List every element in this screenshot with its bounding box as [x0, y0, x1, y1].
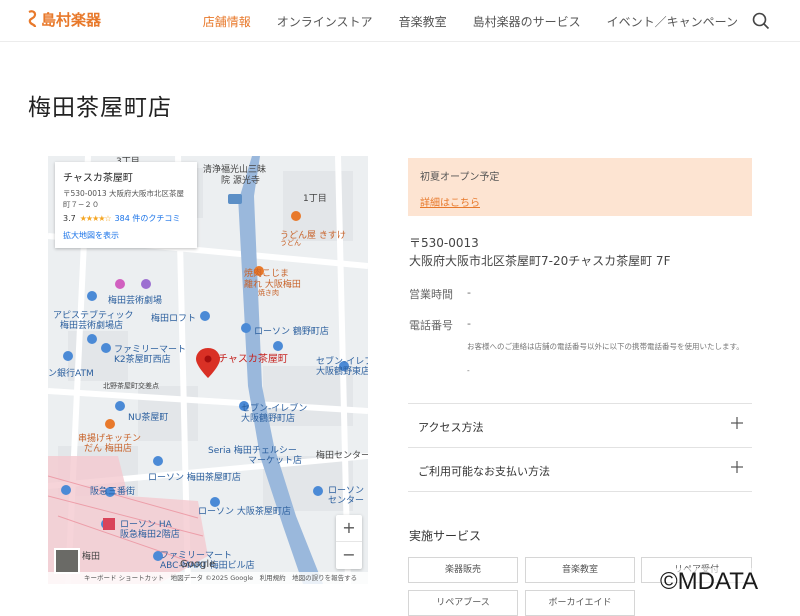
google-logo: Google [180, 559, 216, 570]
map-label-lawson-chayamachi: ローソン 梅田茶屋町店 [148, 473, 241, 483]
map-label-seria-2: マーケット店 [248, 456, 303, 466]
accordion-access[interactable]: アクセス方法 [408, 403, 752, 447]
plus-icon [731, 417, 743, 429]
place-rating: 3.7 ★★★★☆ 384 件のクチコミ [63, 213, 189, 224]
map-label-seven-tsuruno-2: 大阪鶴野町店 [241, 414, 296, 424]
store-address: 大阪府大阪市北区茶屋町7-20チャスカ茶屋町 7F [409, 254, 671, 268]
zoom-in-button[interactable]: + [336, 515, 362, 542]
map-label-theater: 梅田芸術劇場 [108, 296, 163, 306]
expand-map-link[interactable]: 拡大地図を表示 [63, 230, 189, 241]
map-label-apiste-2: 梅田芸術劇場店 [60, 321, 124, 331]
plus-icon [731, 461, 743, 473]
map-label-lawson-tsuruno: ローソン 鶴野町店 [254, 327, 329, 337]
map-label-loft: 梅田ロフト [151, 314, 197, 324]
service-tag-repair-booth[interactable]: リペアブース [408, 590, 518, 616]
map-label-kushiage-2: だん 梅田店 [84, 444, 132, 454]
map-label-temple-2: 院 源光寺 [221, 176, 260, 186]
map-label-street-1: 1丁目 [303, 194, 327, 204]
phone-value: - [467, 317, 471, 330]
map-label-famima-k2-2: K2茶屋町西店 [114, 355, 171, 365]
accordion-payment-label: ご利用可能なお支払い方法 [418, 465, 550, 478]
main-nav: 店舗情報 オンラインストア 音楽教室 島村楽器のサービス イベント／キャンペーン [177, 13, 738, 30]
watermark: ©MDATA [660, 568, 759, 596]
map-pin-label: チャスカ茶屋町 [218, 354, 288, 365]
map-label-umeda: 梅田 [82, 552, 101, 562]
service-tag-school[interactable]: 音楽教室 [525, 557, 635, 583]
rating-value: 3.7 [63, 214, 76, 223]
map-label-udon-sub: うどん [280, 239, 301, 247]
map-label-lawson-ha-2: 阪急梅田2階店 [120, 530, 180, 540]
map-label-lawson-center-2: センター [328, 496, 365, 506]
phone-note: お客様へのご連絡は店舗の電話番号以外に以下の携帯電話番号を使用いたします。 [467, 342, 744, 351]
details-link[interactable]: 詳細はこちら [420, 194, 480, 209]
services-title: 実施サービス [409, 529, 482, 543]
logo-icon [28, 9, 37, 27]
brand-logo[interactable]: 島村楽器 [26, 9, 101, 30]
nav-item-services[interactable]: 島村楽器のサービス [473, 13, 581, 30]
rating-stars: ★★★★☆ [79, 214, 112, 223]
map-zoom-controls: + − [336, 515, 362, 569]
service-tag-vocal[interactable]: ボーカイエイド [525, 590, 635, 616]
place-name: チャスカ茶屋町 [63, 173, 133, 184]
reviews-link[interactable]: 384 件のクチコミ [115, 213, 181, 224]
map-label-seven-tsuruno-east-2: 大阪鶴野東店 [316, 367, 368, 377]
map-label-bank-atm: ン銀行ATM [48, 369, 94, 379]
phone-note-value: - [467, 366, 470, 375]
search-icon[interactable] [752, 12, 770, 30]
map-label-kitano-crossing: 北野茶屋町交差点 [103, 382, 159, 390]
site-header: 島村楽器 店舗情報 オンラインストア 音楽教室 島村楽器のサービス イベント／キ… [0, 0, 800, 42]
map-layer-thumbnail[interactable] [54, 548, 80, 574]
nav-item-online-store[interactable]: オンラインストア [277, 13, 373, 30]
map-label-nu: NU茶屋町 [128, 413, 169, 423]
nav-item-events[interactable]: イベント／キャンペーン [607, 13, 738, 30]
postal-code: 〒530-0013 [409, 236, 479, 250]
place-address: 〒530-0013 大阪府大阪市北区茶屋町７−２０ [63, 189, 184, 209]
page-title: 梅田茶屋町店 [28, 95, 172, 121]
accordion-access-label: アクセス方法 [418, 421, 484, 434]
brand-name: 島村楽器 [41, 11, 102, 29]
accordion-divider [408, 491, 752, 492]
hours-value: - [467, 286, 471, 299]
accordion-payment[interactable]: ご利用可能なお支払い方法 [408, 447, 752, 491]
map-label-umeda-center: 梅田センター [316, 451, 368, 461]
phone-label: 電話番号 [409, 319, 453, 332]
map-label-yakiniku-sub: 焼き肉 [258, 289, 279, 297]
opening-notice: 初夏オープン予定 詳細はこちら [408, 158, 752, 216]
opening-text: 初夏オープン予定 [420, 172, 500, 183]
map-attribution[interactable]: キーボード ショートカット 地図データ ©2025 Google 利用規約 地図… [48, 572, 368, 584]
hours-label: 営業時間 [409, 288, 453, 301]
nav-item-music-school[interactable]: 音楽教室 [399, 13, 447, 30]
map-place-card: チャスカ茶屋町 〒530-0013 大阪府大阪市北区茶屋町７−２０ 3.7 ★★… [55, 162, 197, 248]
map-label-hankyu-sanbangai: 阪急三番街 [90, 487, 136, 497]
nav-item-stores[interactable]: 店舗情報 [203, 13, 251, 30]
service-tag-sales[interactable]: 楽器販売 [408, 557, 518, 583]
map-label-lawson-osaka-chayamachi: ローソン 大阪茶屋町店 [198, 507, 291, 517]
zoom-out-button[interactable]: − [336, 542, 362, 569]
